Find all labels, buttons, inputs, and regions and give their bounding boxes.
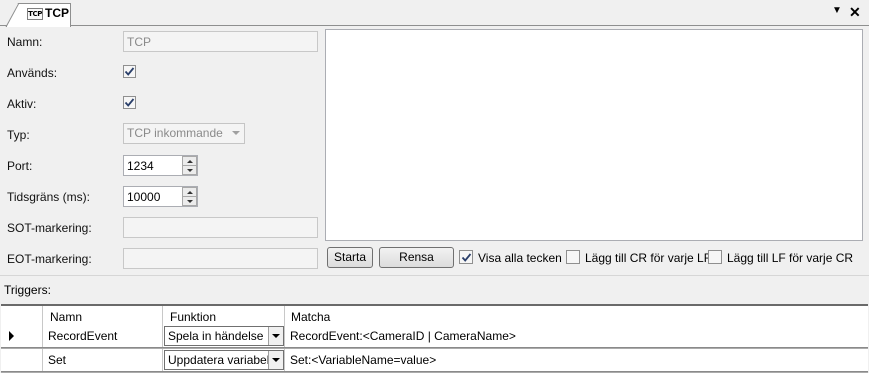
type-label: Typ: xyxy=(7,128,30,142)
tcp-icon: TCP xyxy=(27,8,43,20)
trigger-name-cell[interactable]: RecordEvent xyxy=(43,325,163,347)
current-row-arrow-icon xyxy=(9,331,14,341)
dropdown-button[interactable] xyxy=(268,351,283,369)
add-cr-label: Lägg till CR för varje LF xyxy=(585,251,712,265)
chevron-down-icon xyxy=(232,131,240,135)
function-dropdown-value: Uppdatera variabel xyxy=(168,353,270,367)
type-dropdown[interactable]: TCP inkommande xyxy=(123,123,245,144)
function-dropdown[interactable]: Spela in händelse xyxy=(164,326,284,346)
clear-button[interactable]: Rensa xyxy=(379,247,454,268)
triggers-grid[interactable]: Namn Funktion Matcha RecordEvent Spela i… xyxy=(1,304,868,373)
start-button[interactable]: Starta xyxy=(327,247,373,268)
arrow-up-icon xyxy=(186,159,193,163)
function-dropdown-value: Spela in händelse xyxy=(168,329,264,343)
tab-edge xyxy=(5,3,19,27)
used-checkbox[interactable] xyxy=(123,65,136,78)
active-checkbox[interactable] xyxy=(123,96,136,109)
table-row[interactable]: Set Uppdatera variabel Set:<VariableName… xyxy=(1,349,868,372)
divider xyxy=(0,275,869,276)
show-all-checkbox[interactable] xyxy=(459,250,473,264)
add-lf-checkbox[interactable] xyxy=(708,250,722,264)
trigger-function-cell[interactable]: Spela in händelse xyxy=(163,325,285,347)
console-output[interactable] xyxy=(325,29,863,241)
sot-field[interactable] xyxy=(123,217,318,238)
checkmark-icon xyxy=(124,98,135,107)
arrow-down-icon xyxy=(186,168,193,172)
add-lf-label: Lägg till LF för varje CR xyxy=(727,251,854,265)
triggers-label: Triggers: xyxy=(4,283,51,297)
tab-title: TCP xyxy=(45,6,69,20)
port-decrement-button[interactable] xyxy=(182,165,197,175)
chevron-down-icon xyxy=(272,358,280,362)
checkmark-icon xyxy=(461,252,471,262)
dropdown-button[interactable] xyxy=(268,327,283,345)
used-label: Används: xyxy=(7,66,58,80)
trigger-name-cell[interactable]: Set xyxy=(43,349,163,371)
trigger-match-cell[interactable]: Set:<VariableName=value> xyxy=(285,349,868,371)
timeout-decrement-button[interactable] xyxy=(182,196,197,206)
row-selector[interactable] xyxy=(1,349,43,371)
show-all-label: Visa alla tecken xyxy=(478,251,562,265)
name-field[interactable] xyxy=(123,31,318,52)
trigger-match-cell[interactable]: RecordEvent:<CameraID | CameraName> xyxy=(285,325,868,347)
name-label: Namn: xyxy=(7,35,43,49)
active-label: Aktiv: xyxy=(7,97,37,111)
function-dropdown[interactable]: Uppdatera variabel xyxy=(164,350,284,370)
timeout-stepper[interactable] xyxy=(123,186,198,207)
tab-menu-dropdown-icon[interactable]: ▼ xyxy=(832,5,842,16)
port-label: Port: xyxy=(7,159,33,173)
arrow-down-icon xyxy=(186,199,193,203)
tab-strip xyxy=(0,0,869,26)
sot-label: SOT-markering: xyxy=(7,221,92,235)
type-dropdown-value: TCP inkommande xyxy=(127,126,223,140)
row-selector[interactable] xyxy=(1,325,43,347)
eot-field[interactable] xyxy=(123,248,318,269)
eot-label: EOT-markering: xyxy=(7,252,92,266)
timeout-label: Tidsgräns (ms): xyxy=(7,190,90,204)
add-cr-checkbox[interactable] xyxy=(566,250,580,264)
checkmark-icon xyxy=(124,67,135,76)
chevron-down-icon xyxy=(272,334,280,338)
table-row[interactable]: RecordEvent Spela in händelse RecordEven… xyxy=(1,325,868,348)
trigger-function-cell[interactable]: Uppdatera variabel xyxy=(163,349,285,371)
close-icon[interactable]: ✕ xyxy=(849,4,861,21)
port-stepper[interactable] xyxy=(123,155,198,176)
arrow-up-icon xyxy=(186,190,193,194)
